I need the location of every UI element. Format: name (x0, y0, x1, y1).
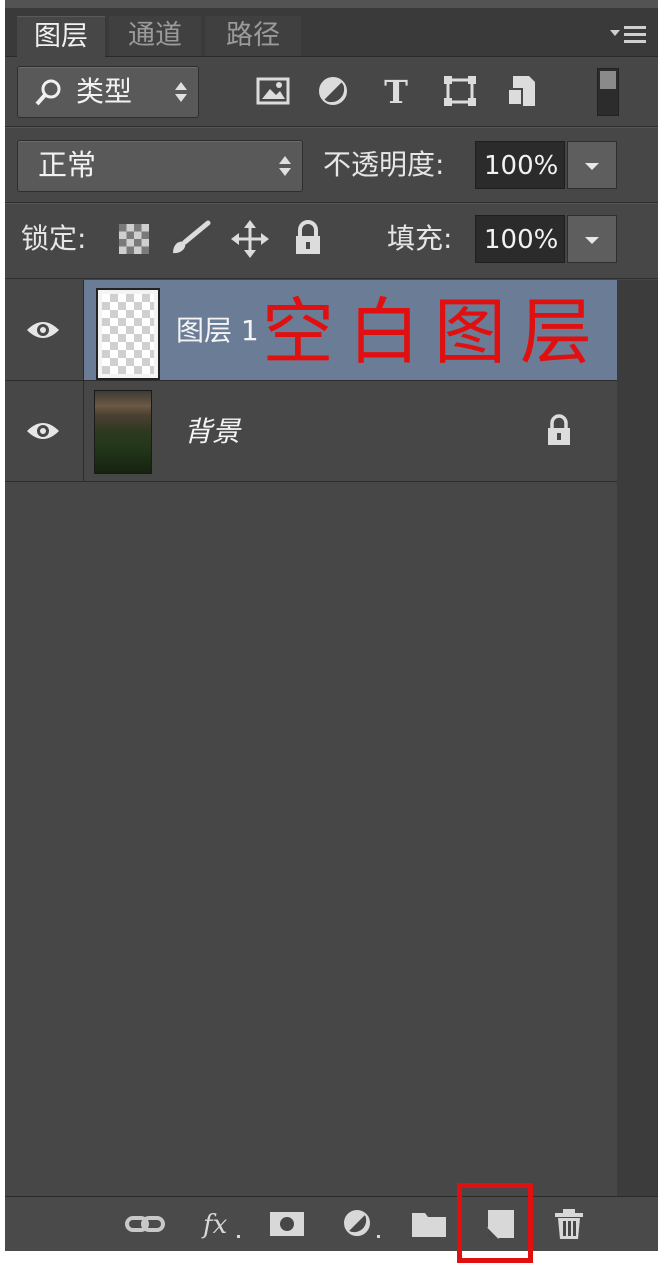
group-folder-icon[interactable] (409, 1207, 449, 1241)
adjustment-layer-icon[interactable] (339, 1207, 380, 1241)
new-layer-highlight-box (457, 1183, 533, 1263)
lock-label: 锁定: (21, 222, 87, 255)
blend-mode-label: 正常 (38, 148, 97, 182)
lock-transparency-icon[interactable] (119, 224, 149, 254)
bottom-toolbar: fx (5, 1196, 658, 1251)
filter-type-label: 类型 (76, 75, 133, 108)
shape-filter-icon[interactable] (442, 72, 478, 110)
tab-channels[interactable]: 通道 (109, 16, 201, 56)
svg-text:T: T (384, 73, 408, 110)
lock-position-move-icon[interactable] (231, 220, 269, 258)
layer-name[interactable]: 图层 1 (176, 314, 259, 348)
tab-paths[interactable]: 路径 (205, 16, 301, 56)
image-filter-icon[interactable] (255, 72, 291, 110)
eye-icon (25, 318, 61, 342)
lock-all-icon[interactable] (293, 220, 323, 256)
layers-scrollbar[interactable] (617, 280, 658, 1200)
layers-list: 图层 1 背景 (5, 280, 617, 1200)
divider (5, 127, 658, 128)
trash-icon[interactable] (549, 1207, 589, 1241)
select-arrows-icon (174, 81, 188, 103)
opacity-dropdown-button[interactable] (567, 141, 617, 189)
layer-lock-icon (544, 413, 574, 447)
opacity-label: 不透明度: (323, 148, 445, 181)
svg-text:fx: fx (201, 1210, 228, 1240)
layers-panel: 图层 通道 路径 类型 T 正常 不透明度: 100% 锁定: 填充: 100%… (5, 0, 658, 1251)
panel-top-strip (5, 0, 658, 8)
annotation-text: 空白图层 (262, 290, 607, 374)
fill-input[interactable]: 100% (475, 215, 565, 263)
layer-mask-icon[interactable] (267, 1207, 307, 1241)
fill-label: 填充: (387, 222, 453, 255)
filter-toggle-switch[interactable] (597, 68, 619, 116)
layer-row-background[interactable]: 背景 (5, 381, 617, 482)
eye-icon (25, 419, 61, 443)
smart-object-filter-icon[interactable] (503, 72, 539, 110)
fx-icon[interactable]: fx (201, 1207, 241, 1241)
link-layers-icon[interactable] (125, 1207, 165, 1241)
fill-dropdown-button[interactable] (567, 215, 617, 263)
filter-type-select[interactable]: 类型 (17, 66, 199, 118)
visibility-toggle[interactable] (5, 280, 84, 380)
divider (5, 278, 658, 279)
toggle-knob (600, 71, 616, 89)
visibility-toggle[interactable] (5, 381, 84, 481)
search-icon (34, 77, 64, 107)
adjustment-filter-icon[interactable] (315, 72, 351, 110)
layer-name[interactable]: 背景 (184, 415, 240, 449)
layer-thumbnail-photo (94, 390, 152, 474)
panel-tab-bar: 图层 通道 路径 (5, 8, 658, 57)
panel-menu-icon[interactable] (608, 22, 648, 48)
layer-thumbnail-transparent (96, 288, 160, 380)
opacity-input[interactable]: 100% (475, 141, 565, 189)
tab-layers[interactable]: 图层 (17, 16, 105, 57)
type-filter-icon[interactable]: T (378, 72, 414, 110)
layer-content[interactable]: 背景 (84, 381, 617, 481)
divider (5, 203, 658, 204)
lock-paint-brush-icon[interactable] (169, 220, 211, 256)
select-arrows-icon (278, 155, 292, 177)
blend-mode-select[interactable]: 正常 (17, 140, 303, 192)
